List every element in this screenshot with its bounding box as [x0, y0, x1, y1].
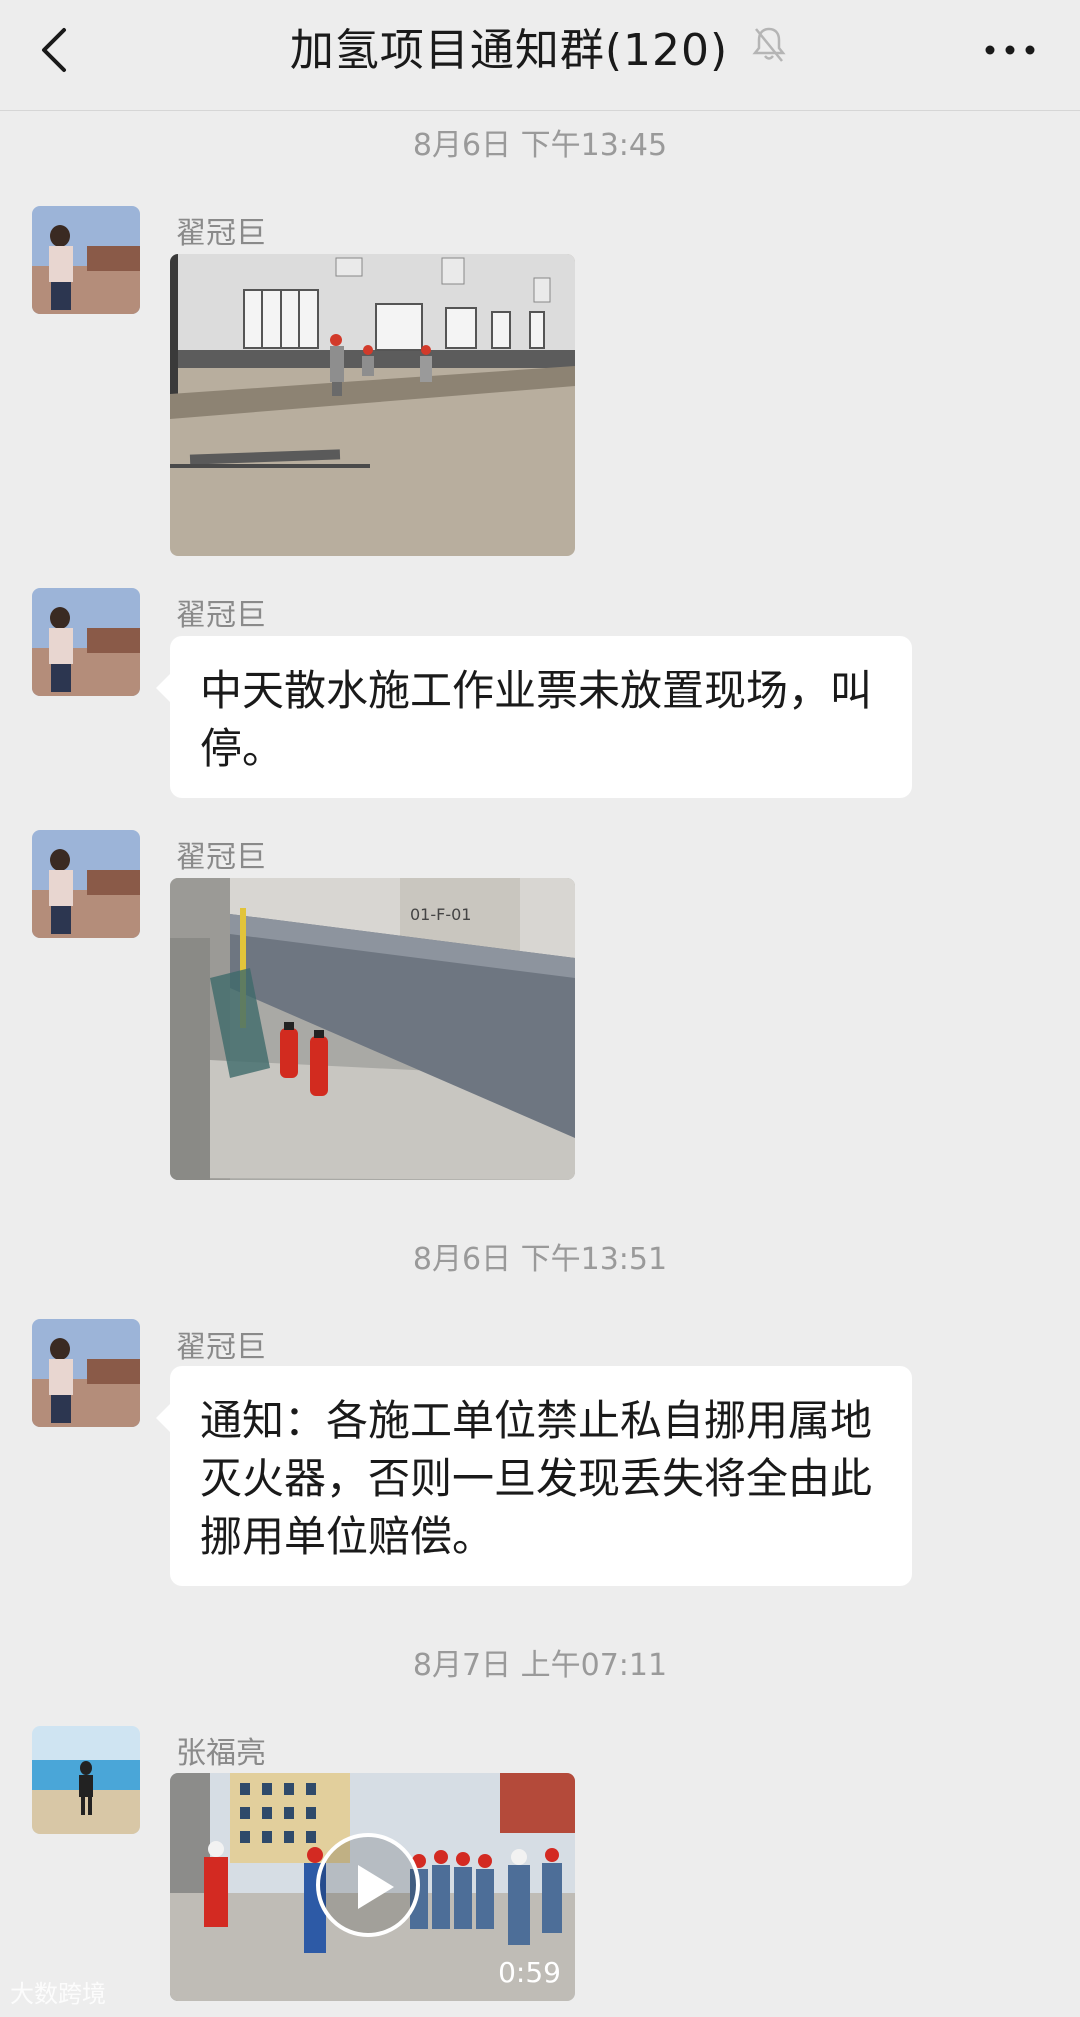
message-timestamp: 8月6日 下午13:45 — [412, 128, 668, 163]
message-timestamp: 8月6日 下午13:51 — [412, 1242, 668, 1277]
message-timestamp: 8月7日 上午07:11 — [412, 1648, 668, 1683]
message-bubble[interactable]: 通知：各施工单位禁止私自挪用属地灭火器，否则一旦发现丢失将全由此挪用单位赔偿。 — [156, 1366, 912, 1586]
message-bubble[interactable]: 中天散水施工作业票未放置现场，叫停。 — [156, 636, 912, 798]
video-duration: 0:59 — [498, 1956, 561, 1989]
chat-title: 加氢项目通知群(120) — [289, 25, 729, 76]
chat-header: 加氢项目通知群(120) — [0, 0, 1080, 111]
more-dots-icon — [985, 45, 1035, 55]
avatar[interactable] — [32, 206, 140, 314]
bell-mute-icon — [748, 23, 790, 69]
avatar[interactable] — [32, 1319, 140, 1427]
chat-image[interactable] — [170, 254, 575, 556]
sender-name: 翟冠巨 — [176, 216, 266, 251]
avatar[interactable] — [32, 1726, 140, 1834]
equipment-label: 01-F-01 — [410, 905, 471, 924]
more-options-button[interactable] — [980, 20, 1040, 80]
chat-image[interactable]: 01-F-01 — [170, 878, 575, 1180]
watermark: 大数跨境 — [10, 1980, 106, 2008]
avatar[interactable] — [32, 588, 140, 696]
play-button[interactable] — [316, 1833, 420, 1937]
play-icon — [358, 1865, 394, 1909]
sender-name: 翟冠巨 — [176, 598, 266, 633]
sender-name: 翟冠巨 — [176, 840, 266, 875]
sender-name: 张福亮 — [176, 1736, 266, 1771]
avatar[interactable] — [32, 830, 140, 938]
chat-video[interactable]: 0:59 — [170, 1773, 575, 2001]
sender-name: 翟冠巨 — [176, 1330, 266, 1365]
